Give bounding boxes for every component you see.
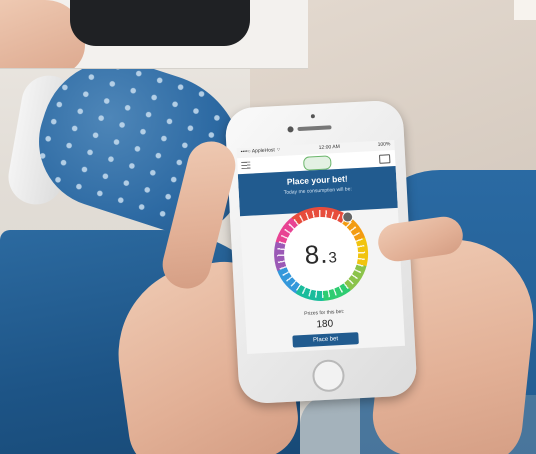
home-button[interactable] (311, 358, 346, 393)
dial-value-main: 8. (303, 238, 330, 270)
dial-knob[interactable] (341, 211, 354, 223)
status-time: 12:00 AM (318, 143, 340, 151)
inset-phone (70, 0, 250, 46)
place-bet-button[interactable]: Place bet (292, 332, 359, 348)
wallet-icon[interactable] (378, 154, 391, 164)
status-battery: 100% (377, 141, 391, 148)
hamburger-menu-icon[interactable] (241, 161, 251, 170)
proximity-sensor (310, 114, 315, 119)
corner-background (514, 0, 536, 20)
photo-scene: ••••○ AppleHost ⌔ 12:00 AM 100% Place yo… (0, 0, 536, 454)
dial-value: 8.3 (304, 238, 339, 271)
app-logo (302, 155, 332, 171)
front-camera (287, 126, 294, 133)
dial-value-decimal: 3 (328, 248, 339, 267)
consumption-dial[interactable]: 8.3 (271, 204, 371, 304)
earpiece-speaker (297, 125, 332, 132)
inset-photo (0, 0, 308, 69)
